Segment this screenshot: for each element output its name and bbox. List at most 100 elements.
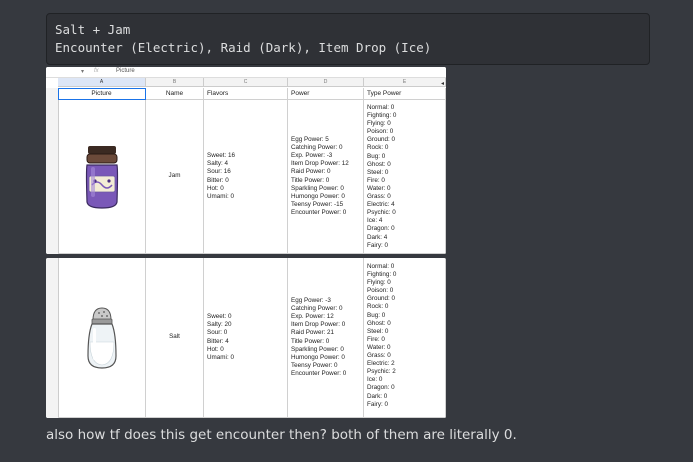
jam-jar-icon (85, 145, 118, 209)
type-power-line: Fairy: 0 (367, 241, 388, 249)
type-power-line: Ghost: 0 (367, 160, 391, 168)
flavor-line: Bitter: 0 (207, 176, 229, 184)
type-power-line: Bug: 0 (367, 152, 386, 160)
flavor-line: Sour: 0 (207, 329, 228, 337)
formula-value: Picture (116, 68, 135, 74)
chat-message-text: also how tf does this get encounter then… (46, 427, 517, 443)
power-line: Catching Power: 0 (291, 144, 343, 152)
power-line: Teensy Power: 0 (291, 361, 338, 369)
power-line: Title Power: 0 (291, 176, 330, 184)
power-line: Encounter Power: 0 (291, 369, 347, 377)
type-power-line: Fighting: 0 (367, 271, 397, 279)
type-power-line: Ground: 0 (367, 136, 396, 144)
power-line: Item Drop Power: 0 (291, 321, 346, 329)
code-line-2: Encounter (Electric), Raid (Dark), Item … (55, 40, 432, 55)
column-header-a[interactable]: A (58, 78, 146, 87)
column-header-e[interactable]: E (364, 78, 446, 87)
flavor-line: Sour: 16 (207, 168, 231, 176)
power-line: Raid Power: 21 (291, 329, 335, 337)
spreadsheet-screenshot-salt[interactable]: Salt Sweet: 0 Salty: 20 Sour: 0 Bitter: … (46, 258, 446, 418)
header-power[interactable]: Power (288, 88, 364, 100)
type-power-line: Steel: 0 (367, 327, 389, 335)
type-power-line: Flying: 0 (367, 279, 391, 287)
flavors-cell[interactable]: Sweet: 0 Salty: 20 Sour: 0 Bitter: 4 Hot… (204, 258, 288, 418)
power-line: Catching Power: 0 (291, 305, 343, 313)
code-block: Salt + Jam Encounter (Electric), Raid (D… (46, 13, 650, 65)
scroll-right-icon[interactable]: ◂ (441, 80, 444, 87)
type-power-cell[interactable]: Normal: 0 Fighting: 0 Flying: 0 Poison: … (364, 100, 446, 254)
type-power-line: Water: 0 (367, 343, 391, 351)
type-power-line: Psychic: 2 (367, 368, 396, 376)
type-power-line: Grass: 0 (367, 352, 391, 360)
type-power-line: Ghost: 0 (367, 319, 391, 327)
fx-label: fx (94, 68, 99, 74)
power-line: Title Power: 0 (291, 337, 330, 345)
type-power-line: Rock: 0 (367, 303, 389, 311)
type-power-line: Fighting: 0 (367, 112, 397, 120)
type-power-line: Fairy: 0 (367, 400, 388, 408)
header-picture[interactable]: Picture (58, 88, 146, 100)
type-power-line: Dark: 4 (367, 233, 388, 241)
flavor-line: Salty: 20 (207, 321, 232, 329)
power-line: Sparkling Power: 0 (291, 184, 344, 192)
power-cell[interactable]: Egg Power: 5 Catching Power: 0 Exp. Powe… (288, 100, 364, 254)
spreadsheet-screenshot-jam[interactable]: ▾ fx Picture A B C D E ◂ Picture Name Fl… (46, 67, 446, 254)
power-line: Raid Power: 0 (291, 168, 331, 176)
picture-cell[interactable] (58, 258, 146, 418)
power-line: Humongo Power: 0 (291, 353, 345, 361)
header-type-power[interactable]: Type Power (364, 88, 446, 100)
type-power-line: Rock: 0 (367, 144, 389, 152)
type-power-line: Normal: 0 (367, 263, 395, 270)
type-power-line: Poison: 0 (367, 287, 394, 295)
flavor-line: Sweet: 0 (207, 313, 232, 321)
name-cell[interactable]: Salt (146, 258, 204, 418)
salt-shaker-icon (86, 306, 117, 369)
flavors-cell[interactable]: Sweet: 16 Salty: 4 Sour: 16 Bitter: 0 Ho… (204, 100, 288, 254)
power-line: Exp. Power: 12 (291, 313, 334, 321)
power-line: Egg Power: 5 (291, 136, 329, 144)
power-line: Item Drop Power: 12 (291, 160, 349, 168)
header-name[interactable]: Name (146, 88, 204, 100)
column-header-b[interactable]: B (146, 78, 204, 87)
type-power-cell[interactable]: Normal: 0 Fighting: 0 Flying: 0 Poison: … (364, 258, 446, 418)
header-flavors[interactable]: Flavors (204, 88, 288, 100)
type-power-line: Dragon: 0 (367, 225, 395, 233)
power-cell[interactable]: Egg Power: -3 Catching Power: 0 Exp. Pow… (288, 258, 364, 418)
column-header-c[interactable]: C (204, 78, 288, 87)
type-power-line: Electric: 2 (367, 360, 395, 368)
type-power-line: Bug: 0 (367, 311, 386, 319)
type-power-line: Normal: 0 (367, 104, 395, 111)
power-line: Encounter Power: 0 (291, 208, 347, 216)
flavor-line: Sweet: 16 (207, 152, 236, 160)
chevron-down-icon: ▾ (81, 69, 85, 75)
type-power-line: Grass: 0 (367, 193, 391, 201)
power-line: Humongo Power: 0 (291, 192, 345, 200)
type-power-line: Ice: 0 (367, 376, 383, 384)
type-power-line: Fire: 0 (367, 335, 385, 343)
power-line: Egg Power: -3 (291, 297, 331, 305)
type-power-line: Ground: 0 (367, 295, 396, 303)
flavor-line: Umami: 0 (207, 353, 234, 361)
type-power-line: Water: 0 (367, 184, 391, 192)
power-line: Teensy Power: -15 (291, 200, 344, 208)
column-header-d[interactable]: D (288, 78, 364, 87)
flavor-line: Bitter: 4 (207, 337, 229, 345)
type-power-line: Dark: 0 (367, 392, 388, 400)
type-power-line: Poison: 0 (367, 128, 394, 136)
flavor-line: Salty: 4 (207, 160, 228, 168)
type-power-line: Flying: 0 (367, 120, 391, 128)
code-line-1: Salt + Jam (55, 22, 131, 37)
type-power-line: Ice: 4 (367, 217, 383, 225)
type-power-line: Electric: 4 (367, 201, 395, 209)
flavor-line: Umami: 0 (207, 192, 234, 200)
type-power-line: Dragon: 0 (367, 384, 395, 392)
type-power-line: Steel: 0 (367, 168, 389, 176)
flavor-line: Hot: 0 (207, 345, 224, 353)
power-line: Sparkling Power: 0 (291, 345, 344, 353)
name-value: Jam (168, 172, 181, 180)
type-power-line: Fire: 0 (367, 176, 385, 184)
picture-cell[interactable] (58, 100, 146, 254)
name-cell[interactable]: Jam (146, 100, 204, 254)
formula-bar: ▾ fx Picture (46, 67, 446, 78)
power-line: Exp. Power: -3 (291, 152, 333, 160)
